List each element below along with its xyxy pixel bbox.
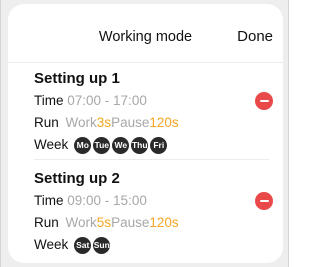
time-value: 07:00 - 17:00 <box>67 93 147 108</box>
pause-label: Pause <box>111 215 150 230</box>
time-row: Time 07:00 - 17:00 <box>34 92 279 110</box>
week-label: Week <box>34 237 69 252</box>
entry-title: Setting up 1 <box>34 70 120 87</box>
pause-label: Pause <box>111 115 150 130</box>
week-days: Mo Tue We Thu Fri <box>74 136 169 154</box>
day-pill: Tue <box>93 136 111 154</box>
run-label: Run <box>34 215 59 230</box>
minus-circle-icon[interactable] <box>255 92 273 110</box>
minus-circle-icon[interactable] <box>255 192 273 210</box>
sheet-header: Working mode Done <box>8 4 283 62</box>
schedule-entry-1[interactable]: Setting up 1 Time 07:00 - 17:00 Run Work… <box>34 70 279 154</box>
time-value: 09:00 - 15:00 <box>67 193 147 208</box>
run-row: Run Work3sPause120s <box>34 114 279 132</box>
run-label: Run <box>34 115 59 130</box>
day-pill: Fri <box>150 136 168 154</box>
work-label: Work <box>65 115 97 130</box>
work-value: 3s <box>96 115 112 130</box>
entry-title: Setting up 2 <box>34 170 120 187</box>
day-pill: Mo <box>74 136 92 154</box>
time-label: Time <box>34 193 64 208</box>
screen: Working mode Done Setting up 1 Time 07:0… <box>0 0 289 267</box>
day-pill: Sun <box>93 236 111 254</box>
run-row: Run Work5sPause120s <box>34 214 279 232</box>
day-pill: Sat <box>74 236 92 254</box>
pause-value: 120s <box>149 115 179 130</box>
work-label: Work <box>65 215 97 230</box>
entry-divider <box>34 159 269 160</box>
work-value: 5s <box>96 215 112 230</box>
time-label: Time <box>34 93 64 108</box>
week-row: Week Sat Sun <box>34 236 279 254</box>
done-button[interactable]: Done <box>237 28 273 45</box>
header-divider <box>8 62 283 63</box>
week-row: Week Mo Tue We Thu Fri <box>34 136 279 154</box>
week-label: Week <box>34 137 69 152</box>
pause-value: 120s <box>149 215 179 230</box>
working-mode-sheet: Working mode Done Setting up 1 Time 07:0… <box>8 4 283 263</box>
schedule-entry-2[interactable]: Setting up 2 Time 09:00 - 15:00 Run Work… <box>34 170 279 254</box>
day-pill: We <box>112 136 130 154</box>
week-days: Sat Sun <box>74 236 112 254</box>
time-row: Time 09:00 - 15:00 <box>34 192 279 210</box>
day-pill: Thu <box>131 136 149 154</box>
